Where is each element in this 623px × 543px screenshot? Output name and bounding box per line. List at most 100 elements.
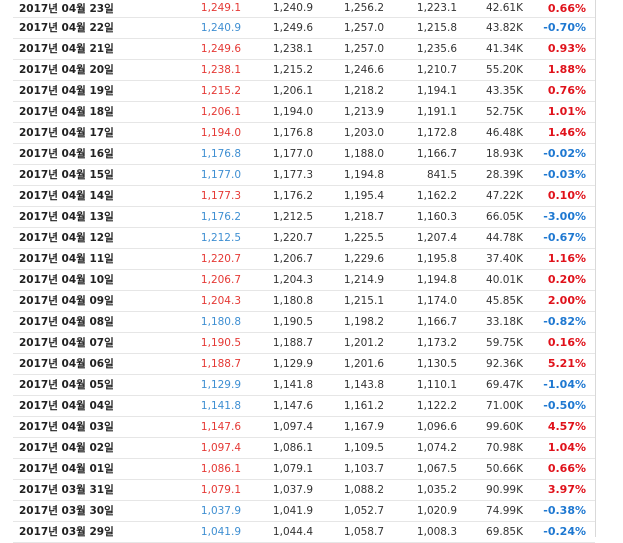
table-row: 2017년 04월 05일 1,129.9 1,141.8 1,143.8 1,110.…: [13, 374, 595, 395]
date-cell: 2017년 04월 11일: [19, 253, 114, 265]
table-row: 2017년 04월 20일 1,238.1 1,215.2 1,246.6 1,210.…: [13, 59, 595, 80]
table-row: 2017년 04월 01일 1,086.1 1,079.1 1,103.7 1,067.…: [13, 458, 595, 479]
close-price-cell: 1,097.4: [200, 441, 241, 454]
date-cell: 2017년 04월 18일: [19, 106, 114, 118]
low-price-cell: 1,110.1: [416, 378, 457, 391]
table-row: 2017년 04월 02일 1,097.4 1,086.1 1,109.5 1,074.…: [13, 437, 595, 458]
open-price-cell: 1,041.9: [272, 504, 313, 517]
low-price-cell: 1,235.6: [416, 42, 457, 55]
low-price-cell: 1,074.2: [416, 441, 457, 454]
close-price-cell: 1,037.9: [200, 504, 241, 517]
volume-cell: 99.60K: [486, 420, 523, 433]
close-price-cell: 1,190.5: [200, 336, 241, 349]
low-price-cell: 1,035.2: [416, 483, 457, 496]
change-percent-cell: 0.93%: [547, 42, 586, 55]
close-price-cell: 1,176.8: [200, 147, 241, 160]
table-right-border: [595, 0, 596, 537]
change-percent-cell: 2.00%: [547, 294, 586, 307]
close-price-cell: 1,141.8: [200, 399, 241, 412]
change-percent-cell: -0.50%: [543, 399, 586, 412]
change-percent-cell: 4.57%: [547, 420, 586, 433]
low-price-cell: 1,194.1: [416, 84, 457, 97]
open-price-cell: 1,141.8: [272, 378, 313, 391]
high-price-cell: 1,203.0: [343, 126, 384, 139]
low-price-cell: 1,195.8: [416, 252, 457, 265]
table-row: 2017년 04월 09일 1,204.3 1,180.8 1,215.1 1,174.…: [13, 290, 595, 311]
change-percent-cell: -0.70%: [543, 21, 586, 34]
date-cell: 2017년 03월 30일: [19, 505, 114, 517]
change-percent-cell: 1.01%: [547, 105, 586, 118]
change-percent-cell: 0.16%: [547, 336, 586, 349]
open-price-cell: 1,204.3: [272, 273, 313, 286]
close-price-cell: 1,129.9: [200, 378, 241, 391]
open-price-cell: 1,079.1: [272, 462, 313, 475]
table-row: 2017년 03월 29일 1,041.9 1,044.4 1,058.7 1,008.…: [13, 521, 595, 542]
high-price-cell: 1,257.0: [343, 21, 384, 34]
open-price-cell: 1,044.4: [272, 525, 313, 538]
close-price-cell: 1,206.7: [200, 273, 241, 286]
high-price-cell: 1,195.4: [343, 189, 384, 202]
open-price-cell: 1,177.3: [272, 168, 313, 181]
change-percent-cell: 0.76%: [547, 84, 586, 97]
table-row: 2017년 04월 06일 1,188.7 1,129.9 1,201.6 1,130.…: [13, 353, 595, 374]
volume-cell: 40.01K: [486, 273, 523, 286]
date-cell: 2017년 04월 10일: [19, 274, 114, 286]
high-price-cell: 1,103.7: [343, 462, 384, 475]
open-price-cell: 1,220.7: [272, 231, 313, 244]
close-price-cell: 1,204.3: [200, 294, 241, 307]
change-percent-cell: -0.02%: [543, 147, 586, 160]
table-row: 2017년 04월 08일 1,180.8 1,190.5 1,198.2 1,166.…: [13, 311, 595, 332]
low-price-cell: 1,174.0: [416, 294, 457, 307]
high-price-cell: 1,058.7: [343, 525, 384, 538]
change-percent-cell: 0.10%: [547, 189, 586, 202]
low-price-cell: 1,096.6: [416, 420, 457, 433]
high-price-cell: 1,194.8: [343, 168, 384, 181]
date-cell: 2017년 04월 14일: [19, 190, 114, 202]
volume-cell: 69.85K: [486, 525, 523, 538]
close-price-cell: 1,194.0: [200, 126, 241, 139]
open-price-cell: 1,206.1: [272, 84, 313, 97]
volume-cell: 92.36K: [486, 357, 523, 370]
table-row: 2017년 04월 10일 1,206.7 1,204.3 1,214.9 1,194.…: [13, 269, 595, 290]
open-price-cell: 1,176.2: [272, 189, 313, 202]
high-price-cell: 1,088.2: [343, 483, 384, 496]
high-price-cell: 1,215.1: [343, 294, 384, 307]
volume-cell: 66.05K: [486, 210, 523, 223]
close-price-cell: 1,215.2: [200, 84, 241, 97]
close-price-cell: 1,079.1: [200, 483, 241, 496]
table-row: 2017년 04월 07일 1,190.5 1,188.7 1,201.2 1,173.…: [13, 332, 595, 353]
volume-cell: 43.82K: [486, 21, 523, 34]
low-price-cell: 1,160.3: [416, 210, 457, 223]
volume-cell: 47.22K: [486, 189, 523, 202]
low-price-cell: 1,020.9: [416, 504, 457, 517]
volume-cell: 33.18K: [486, 315, 523, 328]
date-cell: 2017년 04월 20일: [19, 64, 114, 76]
volume-cell: 43.35K: [486, 84, 523, 97]
volume-cell: 69.47K: [486, 378, 523, 391]
date-cell: 2017년 03월 31일: [19, 484, 114, 496]
low-price-cell: 1,130.5: [416, 357, 457, 370]
close-price-cell: 1,188.7: [200, 357, 241, 370]
high-price-cell: 1,161.2: [343, 399, 384, 412]
volume-cell: 50.66K: [486, 462, 523, 475]
high-price-cell: 1,167.9: [343, 420, 384, 433]
price-history-table: 2017년 04월 23일 1,249.1 1,240.9 1,256.2 1,223.…: [13, 0, 595, 543]
date-cell: 2017년 04월 21일: [19, 43, 114, 55]
open-price-cell: 1,037.9: [272, 483, 313, 496]
date-cell: 2017년 04월 07일: [19, 337, 114, 349]
date-cell: 2017년 04월 17일: [19, 127, 114, 139]
low-price-cell: 1,210.7: [416, 63, 457, 76]
date-cell: 2017년 04월 12일: [19, 232, 114, 244]
table-row: 2017년 04월 13일 1,176.2 1,212.5 1,218.7 1,160.…: [13, 206, 595, 227]
close-price-cell: 1,240.9: [200, 21, 241, 34]
change-percent-cell: 1.16%: [547, 252, 586, 265]
open-price-cell: 1,097.4: [272, 420, 313, 433]
date-cell: 2017년 04월 01일: [19, 463, 114, 475]
open-price-cell: 1,129.9: [272, 357, 313, 370]
date-cell: 2017년 04월 05일: [19, 379, 114, 391]
date-cell: 2017년 04월 04일: [19, 400, 114, 412]
volume-cell: 52.75K: [486, 105, 523, 118]
high-price-cell: 1,201.6: [343, 357, 384, 370]
volume-cell: 71.00K: [486, 399, 523, 412]
change-percent-cell: -1.04%: [543, 378, 586, 391]
